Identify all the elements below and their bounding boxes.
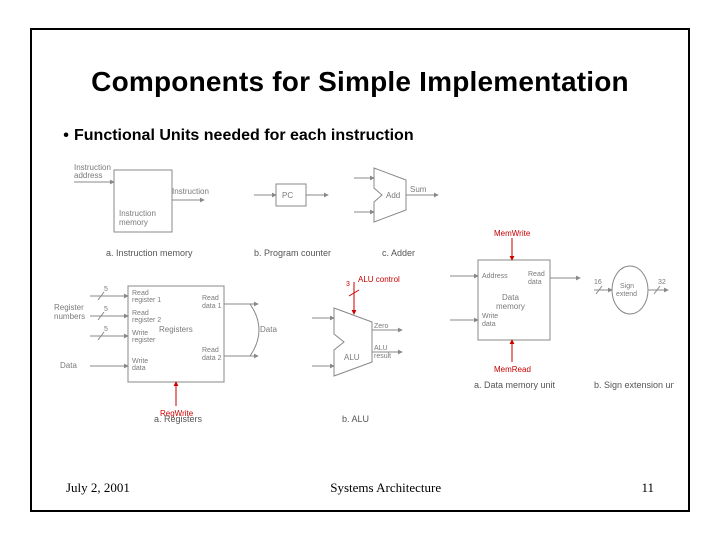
fig-registers: 5 5 5 Register numbers Data Read registe… — [54, 286, 277, 424]
bus5-1: 5 — [104, 286, 108, 293]
port-r1a: Read — [132, 290, 149, 297]
caption-e: b. ALU — [342, 414, 369, 424]
label-instr-out: Instruction — [172, 187, 209, 196]
mem-rdb: data — [528, 279, 542, 286]
memwrite: MemWrite — [494, 229, 531, 238]
alu-res2: result — [374, 353, 391, 360]
sx-16: 16 — [594, 279, 602, 286]
diagram-area: Instruction address Instruction Instruct… — [54, 160, 674, 424]
sx-32: 32 — [658, 279, 666, 286]
bus5-2: 5 — [104, 306, 108, 313]
port-wra: Write — [132, 330, 148, 337]
sx-lab1: Sign — [620, 283, 634, 290]
out-d1a: Read — [202, 295, 219, 302]
out-d2b: data 2 — [202, 355, 222, 362]
sx-lab2: extend — [616, 291, 637, 298]
mem-wdb: data — [482, 321, 496, 328]
label-alu: ALU — [344, 353, 360, 362]
mem-rda: Read — [528, 271, 545, 278]
alu-zero: Zero — [374, 323, 389, 330]
caption-f: a. Data memory unit — [474, 380, 556, 390]
alu-ctrl: ALU control — [358, 275, 400, 284]
port-r2b: register 2 — [132, 317, 161, 324]
fig-sign-extend: 16 32 Sign extend b. Sign extension unit — [594, 266, 674, 390]
box-instr-mem-1: Instruction — [119, 209, 156, 218]
memread: MemRead — [494, 365, 531, 374]
port-wrb: register — [132, 337, 156, 344]
box-registers: Registers — [159, 325, 193, 334]
port-r1b: register 1 — [132, 297, 161, 304]
label-sum: Sum — [410, 185, 427, 194]
fig-instruction-memory: Instruction address Instruction Instruct… — [74, 163, 209, 258]
out-d2a: Read — [202, 347, 219, 354]
out-d1b: data 1 — [202, 303, 222, 310]
regnum-2: numbers — [54, 312, 85, 321]
port-r2a: Read — [132, 310, 149, 317]
bullet-item: • Functional Units needed for each instr… — [58, 126, 688, 146]
mem-wda: Write — [482, 313, 498, 320]
caption-a: a. Instruction memory — [106, 248, 193, 258]
slide-frame: Components for Simple Implementation • F… — [30, 28, 690, 512]
bus5-3: 5 — [104, 326, 108, 333]
bullet-dot: • — [58, 126, 74, 146]
fig-program-counter: PC b. Program counter — [254, 184, 331, 258]
regdata: Data — [60, 361, 77, 370]
port-wdb: data — [132, 365, 146, 372]
alu-res1: ALU — [374, 345, 388, 352]
fig-adder: Add Sum c. Adder — [354, 168, 438, 258]
label-add: Add — [386, 191, 400, 200]
port-wda: Write — [132, 358, 148, 365]
regnum-1: Register — [54, 303, 84, 312]
footer-date: July 2, 2001 — [66, 480, 130, 496]
caption-c: c. Adder — [382, 248, 415, 258]
caption-d: a. Registers — [154, 414, 203, 424]
footer: July 2, 2001 Systems Architecture 11 — [32, 480, 688, 496]
right-data: Data — [260, 325, 277, 334]
mem-mid1: Data — [502, 293, 519, 302]
fig-alu: 3 ALU control Zero ALU result ALU b. ALU — [312, 275, 402, 424]
fig-data-memory: MemWrite Address Write data Read data Da… — [450, 229, 580, 390]
footer-course: Systems Architecture — [330, 480, 441, 496]
box-instr-mem-2: memory — [119, 218, 148, 227]
label-pc: PC — [282, 191, 293, 200]
bus3: 3 — [346, 281, 350, 288]
mem-addr: Address — [482, 273, 508, 280]
diagram-svg: Instruction address Instruction Instruct… — [54, 160, 674, 424]
mem-mid2: memory — [496, 302, 525, 311]
caption-g: b. Sign extension unit — [594, 380, 674, 390]
bullet-text: Functional Units needed for each instruc… — [74, 126, 414, 146]
footer-page: 11 — [641, 480, 654, 496]
slide-title: Components for Simple Implementation — [32, 66, 688, 98]
label-instr-addr-2: address — [74, 171, 102, 180]
caption-b: b. Program counter — [254, 248, 331, 258]
